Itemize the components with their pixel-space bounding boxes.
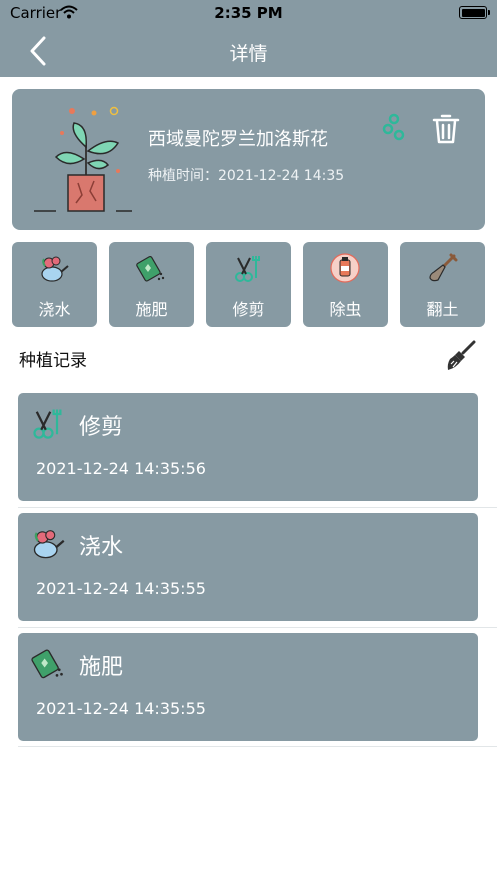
pest-control-label: 除虫 [329,300,362,319]
record-title: 修剪 [79,415,124,440]
water-button[interactable]: 浇水 [12,242,97,327]
plant-name: 西域曼陀罗兰加洛斯花 [148,129,328,150]
pruning-shears-icon [30,405,66,441]
potted-plant-icon [32,103,140,215]
record-item[interactable]: 修剪 2021-12-24 14:35:56 [18,393,478,501]
till-soil-button[interactable]: 翻土 [400,242,485,327]
watering-can-icon [30,525,66,561]
pruning-shears-icon [232,252,264,284]
planting-time: 种植时间：2021-12-24 14:35 [148,165,344,185]
record-item[interactable]: 施肥 2021-12-24 14:35:55 [18,633,478,741]
trash-icon [432,114,460,144]
prune-button[interactable]: 修剪 [206,242,291,327]
pest-control-button[interactable]: 除虫 [303,242,388,327]
fertilizer-bag-icon [135,252,167,284]
battery-icon [459,6,490,19]
watering-can-icon [38,252,70,284]
share-button[interactable] [382,113,406,141]
navigation-bar: 详情 [0,26,497,77]
plant-card: 西域曼陀罗兰加洛斯花 种植时间：2021-12-24 14:35 [12,89,485,230]
fertilize-button[interactable]: 施肥 [109,242,194,327]
record-title: 浇水 [79,535,124,560]
delete-button[interactable] [432,113,460,145]
broom-icon [447,340,476,370]
share-icon [382,113,405,141]
till-soil-label: 翻土 [426,300,459,319]
records-heading: 种植记录 [19,351,87,371]
planting-time-label: 种植时间： [148,168,218,184]
divider [18,746,497,747]
record-item[interactable]: 浇水 2021-12-24 14:35:55 [18,513,478,621]
clear-records-button[interactable] [444,340,476,372]
divider [18,507,497,508]
record-time: 2021-12-24 14:35:56 [36,459,206,478]
record-time: 2021-12-24 14:35:55 [36,699,206,718]
record-time: 2021-12-24 14:35:55 [36,579,206,598]
prune-label: 修剪 [232,300,265,319]
water-label: 浇水 [38,300,71,319]
shovel-icon [426,252,458,284]
page-title: 详情 [229,43,268,65]
fertilize-label: 施肥 [135,300,168,319]
action-bar: 浇水 施肥 修剪 除虫 翻土 [12,242,485,327]
planting-time-value: 2021-12-24 14:35 [218,168,345,184]
fertilizer-bag-icon [30,645,66,681]
divider [18,627,497,628]
pesticide-spray-icon [329,252,361,284]
status-time: 2:35 PM [214,4,283,22]
record-title: 施肥 [79,655,124,680]
status-bar: Carrier 2:35 PM [0,0,497,26]
